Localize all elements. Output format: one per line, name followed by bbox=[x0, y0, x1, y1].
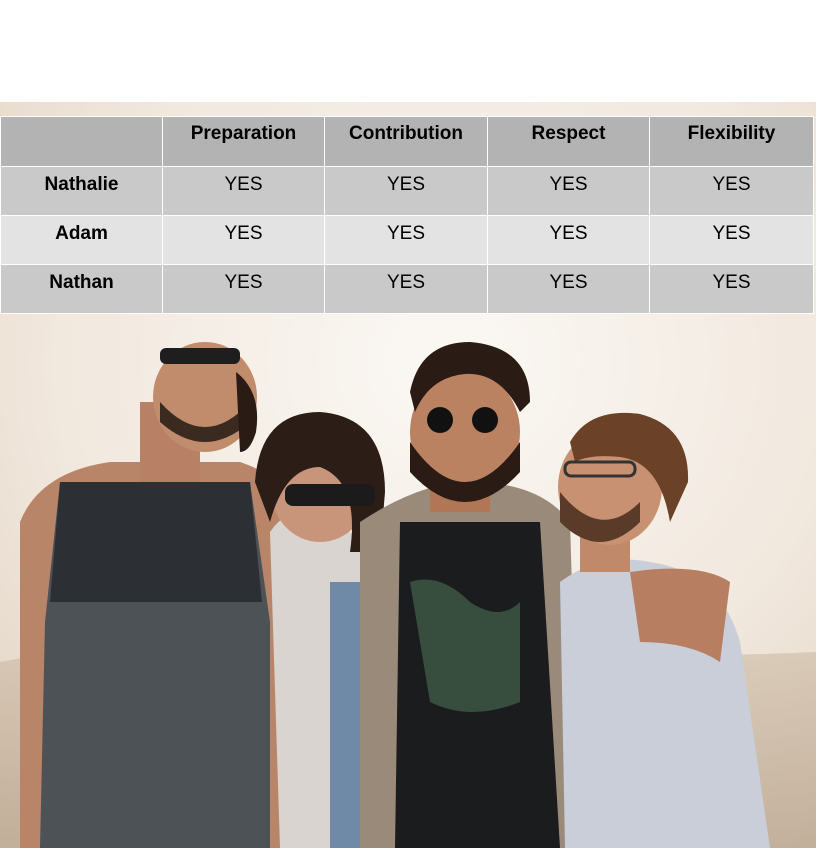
header-contribution: Contribution bbox=[324, 116, 488, 167]
table-cell: YES bbox=[162, 215, 325, 265]
table-row: Nathan YES YES YES YES bbox=[0, 264, 814, 314]
header-preparation: Preparation bbox=[162, 116, 325, 167]
row-name: Nathan bbox=[0, 264, 163, 314]
table-row: Adam YES YES YES YES bbox=[0, 215, 814, 265]
table-cell: YES bbox=[649, 264, 814, 314]
table-cell: YES bbox=[162, 166, 325, 216]
table-cell: YES bbox=[487, 215, 650, 265]
table-cell: YES bbox=[162, 264, 325, 314]
row-name: Nathalie bbox=[0, 166, 163, 216]
document-page: Preparation Contribution Respect Flexibi… bbox=[0, 0, 816, 848]
table-cell: YES bbox=[324, 264, 488, 314]
table-cell: YES bbox=[487, 264, 650, 314]
header-row: Preparation Contribution Respect Flexibi… bbox=[0, 116, 814, 167]
table-cell: YES bbox=[324, 166, 488, 216]
table-cell: YES bbox=[649, 215, 814, 265]
header-flexibility: Flexibility bbox=[649, 116, 814, 167]
row-name: Adam bbox=[0, 215, 163, 265]
corner-cell bbox=[0, 116, 163, 167]
criteria-table: Preparation Contribution Respect Flexibi… bbox=[0, 116, 814, 314]
table-cell: YES bbox=[324, 215, 488, 265]
table-cell: YES bbox=[487, 166, 650, 216]
criteria-table-container: Preparation Contribution Respect Flexibi… bbox=[0, 116, 814, 314]
table-row: Nathalie YES YES YES YES bbox=[0, 166, 814, 216]
table-cell: YES bbox=[649, 166, 814, 216]
header-respect: Respect bbox=[487, 116, 650, 167]
